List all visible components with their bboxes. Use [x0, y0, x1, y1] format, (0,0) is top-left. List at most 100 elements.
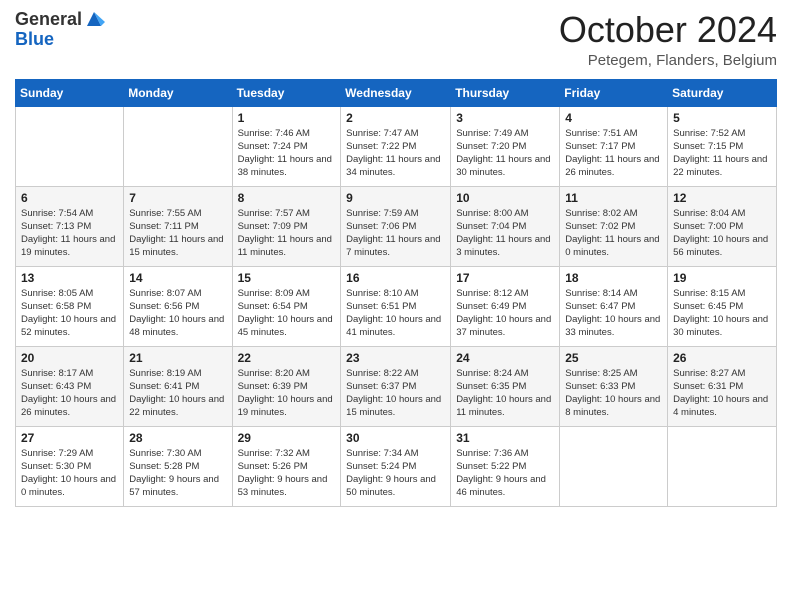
day-cell: 7 Sunrise: 7:55 AM Sunset: 7:11 PM Dayli… — [124, 186, 232, 266]
sunset-text: Sunset: 5:28 PM — [129, 461, 199, 472]
day-cell: 9 Sunrise: 7:59 AM Sunset: 7:06 PM Dayli… — [341, 186, 451, 266]
sunrise-text: Sunrise: 7:30 AM — [129, 448, 201, 459]
sunrise-text: Sunrise: 7:49 AM — [456, 128, 528, 139]
daylight-text: Daylight: 11 hours and 19 minutes. — [21, 234, 115, 258]
day-info: Sunrise: 7:29 AM Sunset: 5:30 PM Dayligh… — [21, 447, 118, 500]
header-row: Sunday Monday Tuesday Wednesday Thursday… — [16, 79, 777, 106]
day-cell: 18 Sunrise: 8:14 AM Sunset: 6:47 PM Dayl… — [560, 266, 668, 346]
day-info: Sunrise: 8:19 AM Sunset: 6:41 PM Dayligh… — [129, 367, 226, 420]
sunrise-text: Sunrise: 7:32 AM — [238, 448, 310, 459]
sunset-text: Sunset: 7:20 PM — [456, 141, 526, 152]
day-cell: 29 Sunrise: 7:32 AM Sunset: 5:26 PM Dayl… — [232, 426, 341, 506]
sunset-text: Sunset: 6:49 PM — [456, 301, 526, 312]
sunrise-text: Sunrise: 7:52 AM — [673, 128, 745, 139]
logo-blue-text: Blue — [15, 30, 105, 50]
month-title: October 2024 — [559, 10, 777, 50]
daylight-text: Daylight: 10 hours and 41 minutes. — [346, 314, 441, 338]
sunset-text: Sunset: 7:17 PM — [565, 141, 635, 152]
day-cell: 21 Sunrise: 8:19 AM Sunset: 6:41 PM Dayl… — [124, 346, 232, 426]
daylight-text: Daylight: 10 hours and 45 minutes. — [238, 314, 333, 338]
daylight-text: Daylight: 10 hours and 4 minutes. — [673, 394, 768, 418]
day-cell — [560, 426, 668, 506]
sunset-text: Sunset: 6:41 PM — [129, 381, 199, 392]
daylight-text: Daylight: 10 hours and 0 minutes. — [21, 474, 116, 498]
day-info: Sunrise: 8:05 AM Sunset: 6:58 PM Dayligh… — [21, 287, 118, 340]
daylight-text: Daylight: 10 hours and 11 minutes. — [456, 394, 551, 418]
header: General Blue October 2024 Petegem, Fland… — [15, 10, 777, 69]
sunrise-text: Sunrise: 7:57 AM — [238, 208, 310, 219]
sunrise-text: Sunrise: 8:12 AM — [456, 288, 528, 299]
sunrise-text: Sunrise: 8:20 AM — [238, 368, 310, 379]
sunrise-text: Sunrise: 8:00 AM — [456, 208, 528, 219]
sunrise-text: Sunrise: 7:54 AM — [21, 208, 93, 219]
daylight-text: Daylight: 10 hours and 48 minutes. — [129, 314, 224, 338]
sunrise-text: Sunrise: 8:17 AM — [21, 368, 93, 379]
day-cell: 27 Sunrise: 7:29 AM Sunset: 5:30 PM Dayl… — [16, 426, 124, 506]
day-number: 6 — [21, 191, 118, 205]
day-cell: 8 Sunrise: 7:57 AM Sunset: 7:09 PM Dayli… — [232, 186, 341, 266]
day-number: 1 — [238, 111, 336, 125]
title-area: October 2024 Petegem, Flanders, Belgium — [559, 10, 777, 69]
daylight-text: Daylight: 11 hours and 38 minutes. — [238, 154, 332, 178]
day-info: Sunrise: 7:57 AM Sunset: 7:09 PM Dayligh… — [238, 207, 336, 260]
day-cell: 13 Sunrise: 8:05 AM Sunset: 6:58 PM Dayl… — [16, 266, 124, 346]
sunset-text: Sunset: 7:06 PM — [346, 221, 416, 232]
daylight-text: Daylight: 10 hours and 33 minutes. — [565, 314, 660, 338]
sunrise-text: Sunrise: 8:25 AM — [565, 368, 637, 379]
daylight-text: Daylight: 10 hours and 26 minutes. — [21, 394, 116, 418]
sunrise-text: Sunrise: 7:55 AM — [129, 208, 201, 219]
day-cell: 20 Sunrise: 8:17 AM Sunset: 6:43 PM Dayl… — [16, 346, 124, 426]
week-row-4: 20 Sunrise: 8:17 AM Sunset: 6:43 PM Dayl… — [16, 346, 777, 426]
daylight-text: Daylight: 10 hours and 30 minutes. — [673, 314, 768, 338]
day-number: 3 — [456, 111, 554, 125]
sunset-text: Sunset: 6:45 PM — [673, 301, 743, 312]
sunrise-text: Sunrise: 8:05 AM — [21, 288, 93, 299]
day-info: Sunrise: 8:02 AM Sunset: 7:02 PM Dayligh… — [565, 207, 662, 260]
sunset-text: Sunset: 6:31 PM — [673, 381, 743, 392]
sunset-text: Sunset: 6:54 PM — [238, 301, 308, 312]
daylight-text: Daylight: 9 hours and 50 minutes. — [346, 474, 436, 498]
daylight-text: Daylight: 11 hours and 34 minutes. — [346, 154, 440, 178]
day-info: Sunrise: 7:49 AM Sunset: 7:20 PM Dayligh… — [456, 127, 554, 180]
sunrise-text: Sunrise: 8:02 AM — [565, 208, 637, 219]
sunrise-text: Sunrise: 7:36 AM — [456, 448, 528, 459]
sunset-text: Sunset: 6:39 PM — [238, 381, 308, 392]
day-info: Sunrise: 7:52 AM Sunset: 7:15 PM Dayligh… — [673, 127, 771, 180]
day-info: Sunrise: 8:20 AM Sunset: 6:39 PM Dayligh… — [238, 367, 336, 420]
sunset-text: Sunset: 7:09 PM — [238, 221, 308, 232]
day-cell: 22 Sunrise: 8:20 AM Sunset: 6:39 PM Dayl… — [232, 346, 341, 426]
sunrise-text: Sunrise: 8:09 AM — [238, 288, 310, 299]
col-thursday: Thursday — [451, 79, 560, 106]
sunset-text: Sunset: 7:04 PM — [456, 221, 526, 232]
sunrise-text: Sunrise: 7:29 AM — [21, 448, 93, 459]
day-number: 12 — [673, 191, 771, 205]
day-cell: 11 Sunrise: 8:02 AM Sunset: 7:02 PM Dayl… — [560, 186, 668, 266]
sunset-text: Sunset: 6:58 PM — [21, 301, 91, 312]
daylight-text: Daylight: 11 hours and 3 minutes. — [456, 234, 550, 258]
day-cell: 26 Sunrise: 8:27 AM Sunset: 6:31 PM Dayl… — [668, 346, 777, 426]
sunrise-text: Sunrise: 7:51 AM — [565, 128, 637, 139]
day-info: Sunrise: 7:55 AM Sunset: 7:11 PM Dayligh… — [129, 207, 226, 260]
day-info: Sunrise: 7:30 AM Sunset: 5:28 PM Dayligh… — [129, 447, 226, 500]
day-info: Sunrise: 8:10 AM Sunset: 6:51 PM Dayligh… — [346, 287, 445, 340]
sunrise-text: Sunrise: 8:24 AM — [456, 368, 528, 379]
day-cell: 10 Sunrise: 8:00 AM Sunset: 7:04 PM Dayl… — [451, 186, 560, 266]
sunset-text: Sunset: 6:56 PM — [129, 301, 199, 312]
day-cell: 3 Sunrise: 7:49 AM Sunset: 7:20 PM Dayli… — [451, 106, 560, 186]
day-cell: 25 Sunrise: 8:25 AM Sunset: 6:33 PM Dayl… — [560, 346, 668, 426]
sunrise-text: Sunrise: 7:59 AM — [346, 208, 418, 219]
day-info: Sunrise: 7:46 AM Sunset: 7:24 PM Dayligh… — [238, 127, 336, 180]
daylight-text: Daylight: 9 hours and 46 minutes. — [456, 474, 546, 498]
day-number: 11 — [565, 191, 662, 205]
sunrise-text: Sunrise: 8:10 AM — [346, 288, 418, 299]
page: General Blue October 2024 Petegem, Fland… — [0, 0, 792, 612]
day-cell: 16 Sunrise: 8:10 AM Sunset: 6:51 PM Dayl… — [341, 266, 451, 346]
day-number: 4 — [565, 111, 662, 125]
day-info: Sunrise: 7:59 AM Sunset: 7:06 PM Dayligh… — [346, 207, 445, 260]
day-cell: 5 Sunrise: 7:52 AM Sunset: 7:15 PM Dayli… — [668, 106, 777, 186]
logo-icon — [83, 8, 105, 30]
daylight-text: Daylight: 10 hours and 52 minutes. — [21, 314, 116, 338]
daylight-text: Daylight: 10 hours and 8 minutes. — [565, 394, 660, 418]
daylight-text: Daylight: 11 hours and 30 minutes. — [456, 154, 550, 178]
sunrise-text: Sunrise: 7:47 AM — [346, 128, 418, 139]
